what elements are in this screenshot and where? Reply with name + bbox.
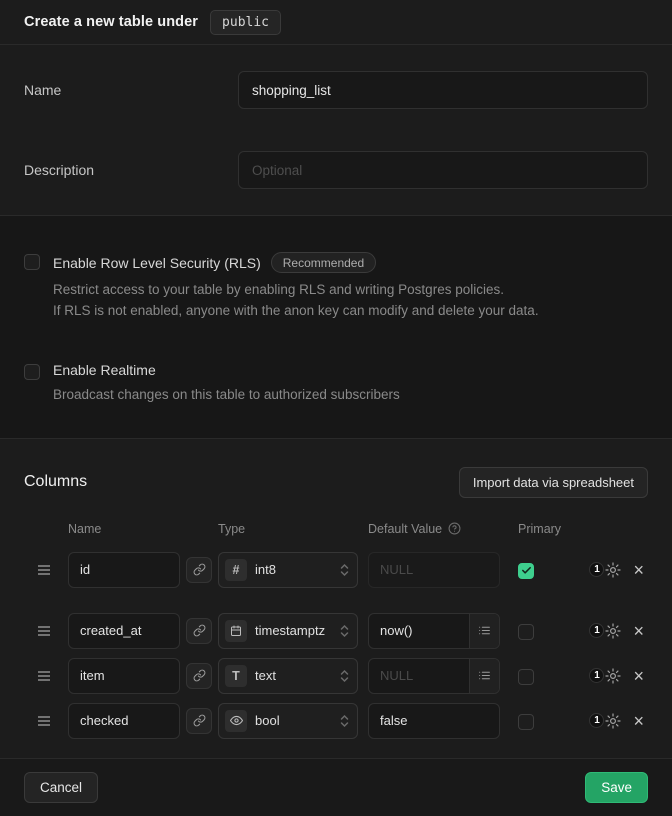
column-row-created-at: timestamptz 1 × bbox=[24, 613, 648, 649]
column-name-input[interactable] bbox=[68, 703, 180, 739]
default-value-input[interactable] bbox=[369, 659, 469, 693]
column-name-input[interactable] bbox=[68, 658, 180, 694]
drag-handle-icon[interactable] bbox=[24, 625, 68, 637]
default-value-input[interactable] bbox=[369, 704, 499, 738]
default-value-field bbox=[368, 552, 500, 588]
column-row-item: T text 1 × bbox=[24, 658, 648, 694]
columns-table-header: Name Type Default Value Primary bbox=[24, 522, 648, 536]
rls-description-line1: Restrict access to your table by enablin… bbox=[53, 282, 504, 297]
gear-icon[interactable] bbox=[605, 668, 621, 684]
primary-checkbox[interactable] bbox=[518, 624, 534, 640]
description-row: Description bbox=[24, 151, 648, 189]
default-value-field bbox=[368, 658, 500, 694]
import-spreadsheet-button[interactable]: Import data via spreadsheet bbox=[459, 467, 648, 498]
column-type-label: int8 bbox=[255, 562, 332, 577]
primary-checkbox[interactable] bbox=[518, 714, 534, 730]
column-type-label: text bbox=[255, 668, 332, 683]
drag-handle-icon[interactable] bbox=[24, 564, 68, 576]
column-row-checked: bool 1 × bbox=[24, 703, 648, 739]
rls-label: Enable Row Level Security (RLS) bbox=[53, 255, 261, 271]
columns-section: Columns Import data via spreadsheet Name… bbox=[0, 439, 672, 758]
drag-handle-icon[interactable] bbox=[24, 670, 68, 682]
table-details-section: Name Description bbox=[0, 45, 672, 216]
column-header-default: Default Value bbox=[368, 522, 518, 536]
recommended-badge: Recommended bbox=[271, 252, 376, 273]
column-type-select[interactable]: bool bbox=[218, 703, 358, 739]
column-type-label: timestamptz bbox=[255, 623, 332, 638]
chevron-updown-icon bbox=[340, 669, 349, 683]
help-circle-icon[interactable] bbox=[448, 522, 461, 535]
eye-icon bbox=[225, 710, 247, 732]
columns-title: Columns bbox=[24, 473, 87, 491]
foreign-key-link-icon[interactable] bbox=[186, 708, 212, 734]
default-value-picker-icon[interactable] bbox=[469, 614, 499, 648]
column-header-name: Name bbox=[68, 522, 180, 536]
drag-handle-icon[interactable] bbox=[24, 715, 68, 727]
remove-column-icon[interactable]: × bbox=[633, 712, 644, 730]
default-value-field bbox=[368, 703, 500, 739]
table-name-input[interactable] bbox=[238, 71, 648, 109]
gear-icon[interactable] bbox=[605, 623, 621, 639]
default-value-input[interactable] bbox=[369, 614, 469, 648]
checkmark-icon bbox=[521, 565, 532, 576]
settings-count-badge: 1 bbox=[589, 562, 604, 577]
settings-count-badge: 1 bbox=[589, 623, 604, 638]
rls-description-line2: If RLS is not enabled, anyone with the a… bbox=[53, 303, 539, 318]
column-name-input[interactable] bbox=[68, 613, 180, 649]
settings-count-badge: 1 bbox=[589, 713, 604, 728]
realtime-toggle-block: Enable Realtime Broadcast changes on thi… bbox=[24, 362, 648, 406]
schema-badge: public bbox=[210, 10, 281, 35]
cancel-button[interactable]: Cancel bbox=[24, 772, 98, 803]
primary-checkbox[interactable] bbox=[518, 669, 534, 685]
chevron-updown-icon bbox=[340, 563, 349, 577]
default-value-picker-icon[interactable] bbox=[469, 659, 499, 693]
realtime-checkbox[interactable] bbox=[24, 364, 40, 380]
default-value-field bbox=[368, 613, 500, 649]
rls-texts: Enable Row Level Security (RLS) Recommen… bbox=[53, 252, 539, 322]
realtime-texts: Enable Realtime Broadcast changes on thi… bbox=[53, 362, 400, 406]
foreign-key-link-icon[interactable] bbox=[186, 557, 212, 583]
rls-checkbox[interactable] bbox=[24, 254, 40, 270]
realtime-label: Enable Realtime bbox=[53, 362, 156, 378]
column-type-select[interactable]: T text bbox=[218, 658, 358, 694]
column-type-select[interactable]: timestamptz bbox=[218, 613, 358, 649]
calendar-icon bbox=[225, 620, 247, 642]
create-table-panel: Create a new table under public Name Des… bbox=[0, 0, 672, 787]
description-label: Description bbox=[24, 162, 238, 178]
column-type-label: bool bbox=[255, 713, 332, 728]
realtime-description: Broadcast changes on this table to autho… bbox=[53, 385, 400, 406]
table-options-section: Enable Row Level Security (RLS) Recommen… bbox=[0, 216, 672, 439]
settings-count-badge: 1 bbox=[589, 668, 604, 683]
name-row: Name bbox=[24, 71, 648, 109]
remove-column-icon[interactable]: × bbox=[633, 622, 644, 640]
gear-icon[interactable] bbox=[605, 562, 621, 578]
chevron-updown-icon bbox=[340, 714, 349, 728]
rls-toggle-block: Enable Row Level Security (RLS) Recommen… bbox=[24, 252, 648, 322]
name-label: Name bbox=[24, 82, 238, 98]
text-type-icon: T bbox=[225, 665, 247, 687]
hash-icon: # bbox=[225, 559, 247, 581]
save-button[interactable]: Save bbox=[585, 772, 648, 803]
column-header-default-label: Default Value bbox=[368, 522, 442, 536]
remove-column-icon[interactable]: × bbox=[633, 561, 644, 579]
default-value-input bbox=[369, 553, 499, 587]
primary-checkbox[interactable] bbox=[518, 563, 534, 579]
foreign-key-link-icon[interactable] bbox=[186, 663, 212, 689]
gear-icon[interactable] bbox=[605, 713, 621, 729]
chevron-updown-icon bbox=[340, 624, 349, 638]
panel-title: Create a new table under bbox=[24, 14, 198, 30]
table-description-input[interactable] bbox=[238, 151, 648, 189]
column-row-id: # int8 1 × bbox=[24, 552, 648, 588]
panel-header: Create a new table under public bbox=[0, 0, 672, 45]
remove-column-icon[interactable]: × bbox=[633, 667, 644, 685]
rls-description: Restrict access to your table by enablin… bbox=[53, 280, 539, 322]
column-type-select[interactable]: # int8 bbox=[218, 552, 358, 588]
column-header-type: Type bbox=[218, 522, 368, 536]
foreign-key-link-icon[interactable] bbox=[186, 618, 212, 644]
column-name-input[interactable] bbox=[68, 552, 180, 588]
column-header-primary: Primary bbox=[518, 522, 558, 536]
